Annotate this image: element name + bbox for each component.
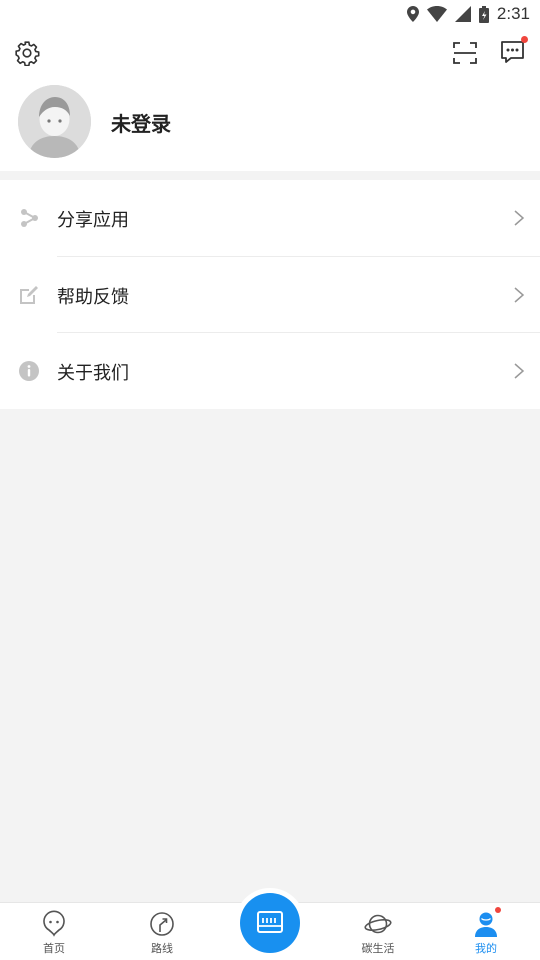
- scan-icon[interactable]: [452, 40, 478, 66]
- signal-icon: [454, 6, 471, 22]
- wifi-icon: [426, 6, 447, 22]
- info-icon: [19, 361, 39, 381]
- route-icon: [150, 912, 174, 936]
- menu-item-label: 分享应用: [57, 210, 129, 231]
- menu-item-about[interactable]: 关于我们: [0, 333, 540, 409]
- tab-label: 首页: [43, 942, 65, 955]
- status-bar: 2:31: [0, 0, 540, 28]
- location-icon: [406, 6, 419, 22]
- bus-card-button-fill: [240, 893, 300, 953]
- tab-home[interactable]: 首页: [0, 903, 108, 960]
- menu-item-share[interactable]: 分享应用: [0, 180, 540, 256]
- tab-label: 我的: [475, 942, 497, 955]
- chevron-right-icon: [514, 363, 525, 379]
- tab-mine[interactable]: 我的: [432, 903, 540, 960]
- tab-label: 碳生活: [361, 942, 395, 955]
- tab-carbon-life[interactable]: 碳生活: [324, 903, 432, 960]
- planet-icon: [364, 914, 392, 934]
- username-label[interactable]: 未登录: [111, 108, 171, 137]
- edit-icon: [20, 286, 38, 304]
- profile-badge: [495, 907, 501, 913]
- message-badge: [521, 36, 528, 43]
- profile-header: 未登录: [0, 28, 540, 171]
- status-time: 2:31: [496, 4, 530, 23]
- avatar[interactable]: [18, 85, 91, 158]
- tab-route[interactable]: 路线: [108, 903, 216, 960]
- profile-icon: [475, 912, 497, 937]
- menu-item-feedback[interactable]: 帮助反馈: [0, 257, 540, 333]
- battery-icon: [478, 5, 489, 23]
- chevron-right-icon: [514, 210, 525, 226]
- home-icon: [43, 910, 65, 937]
- bus-card-icon: [257, 911, 283, 933]
- menu-item-label: 帮助反馈: [57, 287, 129, 308]
- chevron-right-icon: [514, 287, 525, 303]
- tab-label: 路线: [151, 942, 173, 955]
- menu-item-label: 关于我们: [57, 363, 129, 384]
- settings-gear-icon[interactable]: [14, 40, 40, 66]
- share-icon: [21, 209, 38, 227]
- settings-menu: 分享应用 帮助反馈 关于我们: [0, 180, 540, 409]
- default-avatar-icon: [18, 85, 91, 158]
- bus-card-button[interactable]: [235, 888, 305, 958]
